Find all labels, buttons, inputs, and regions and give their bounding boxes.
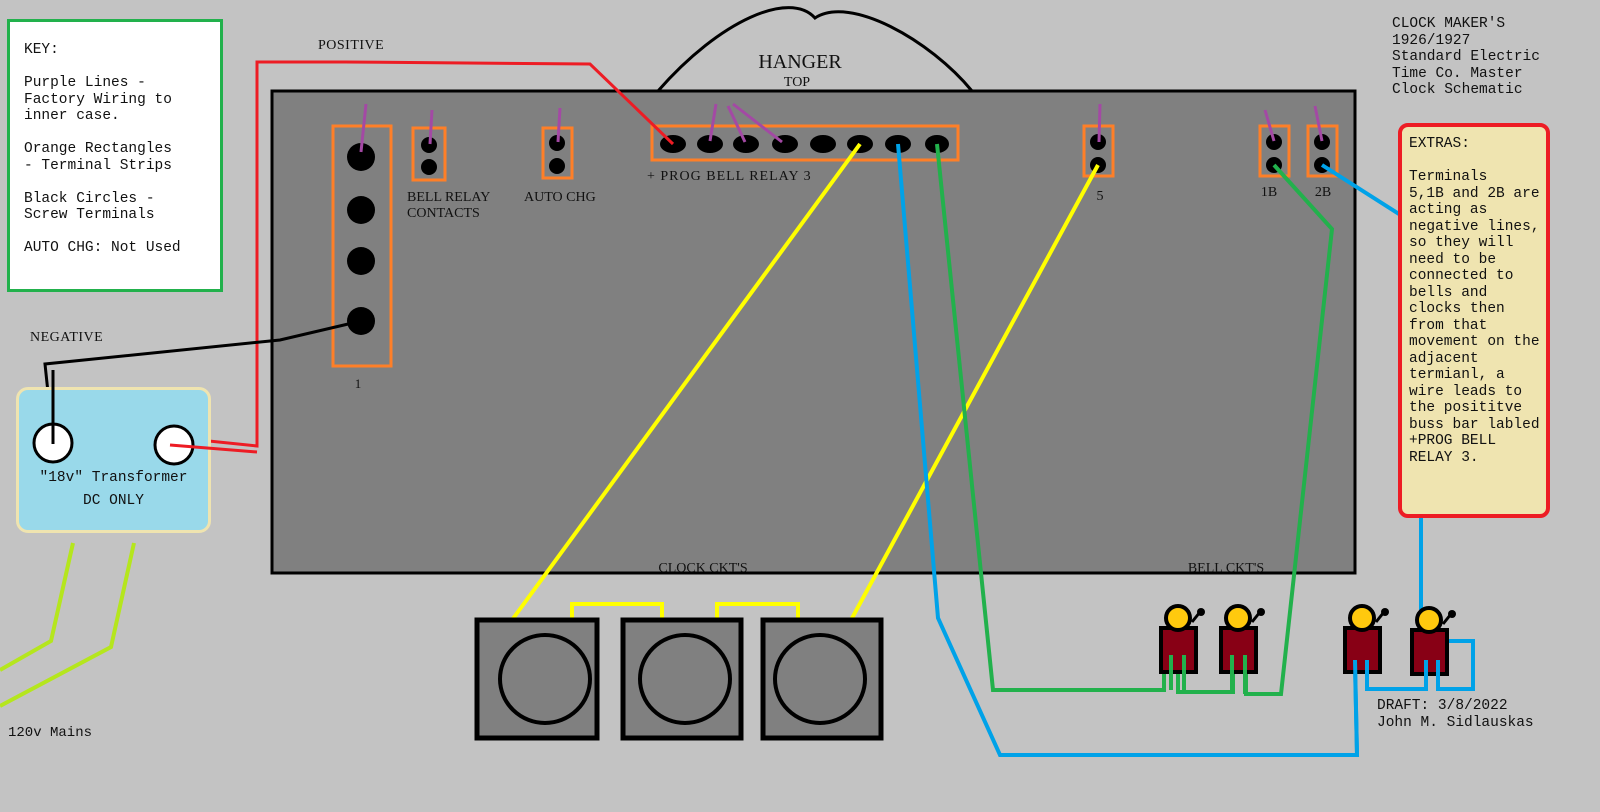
extras-note-text: EXTRAS: Terminals 5,1B and 2B are acting…: [1409, 136, 1540, 466]
transformer: "18v" Transformer DC ONLY: [16, 387, 211, 533]
legend-key-box: KEY: Purple Lines - Factory Wiring to in…: [7, 19, 223, 292]
legend-key-text: KEY: Purple Lines - Factory Wiring to in…: [24, 42, 181, 256]
screw-terminal: [549, 158, 565, 174]
bell-ckts-label: BELL CKT'S: [1188, 561, 1264, 576]
terminal-2b-label: 2B: [1315, 185, 1331, 200]
clock-ckts-label: CLOCK CKT'S: [658, 561, 747, 576]
mains-wiring: [0, 542, 136, 708]
terminal-1-label: 1: [355, 376, 362, 391]
title-block: CLOCK MAKER'S 1926/1927 Standard Electri…: [1392, 16, 1540, 98]
clock-movement-3: [760, 617, 884, 741]
bell-relay-label-1: BELL RELAY: [407, 190, 490, 205]
terminal-1b-label: 1B: [1261, 185, 1277, 200]
clock-movement-2: [620, 617, 744, 741]
mains-label: 120v Mains: [8, 725, 92, 741]
schematic-canvas: HANGER TOP 1 BELL RELAY CONTACTS AUTO CH…: [0, 6, 1475, 757]
bell-relay-label-2: CONTACTS: [407, 206, 480, 221]
screw-terminal: [733, 135, 759, 153]
screw-terminal: [421, 159, 437, 175]
prog-bell-relay-label: + PROG BELL RELAY 3: [647, 169, 812, 184]
top-label: TOP: [784, 75, 810, 90]
screw-terminal: [347, 196, 375, 224]
extras-note-box: EXTRAS: Terminals 5,1B and 2B are acting…: [1398, 123, 1550, 518]
terminal-5-label: 5: [1097, 189, 1104, 204]
transformer-title: "18v" Transformer: [39, 470, 188, 486]
hanger-arc: [656, 6, 974, 92]
clock-movement-1: [474, 617, 600, 741]
screw-terminal: [810, 135, 836, 153]
screw-terminal: [347, 247, 375, 275]
transformer-subtitle: DC ONLY: [83, 493, 144, 509]
auto-chg-label: AUTO CHG: [524, 190, 596, 205]
draft-note: DRAFT: 3/8/2022 John M. Sidlauskas: [1377, 698, 1534, 731]
positive-label: POSITIVE: [318, 38, 384, 53]
negative-label: NEGATIVE: [30, 330, 103, 345]
hanger-label: HANGER: [758, 51, 842, 73]
